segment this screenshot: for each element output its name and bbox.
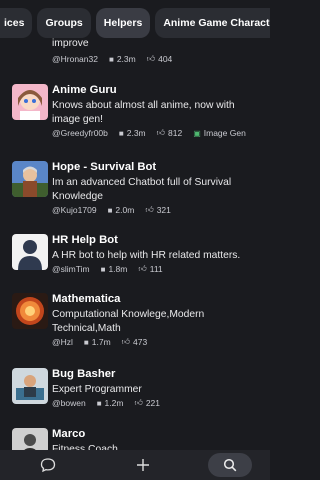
message-icon: ■ bbox=[96, 398, 102, 408]
list-item[interactable]: Anime Guru Knows about almost all anime,… bbox=[12, 84, 262, 144]
tab-helpers[interactable]: Helpers bbox=[95, 8, 151, 38]
list-item[interactable]: Hope - Survival Bot Im an advanced Chatb… bbox=[12, 161, 262, 221]
bot-meta: @Greedyfr00b ■ 2.3m 👍︎ 812 ▣ Image Gen bbox=[52, 128, 246, 138]
bot-description: Knows about almost all anime, now with i… bbox=[52, 100, 235, 125]
category-tabs: ices Groups Helpers Anime Game Character… bbox=[0, 8, 270, 38]
bot-meta: @slimTim ■ 1.8m 👍︎ 111 bbox=[52, 264, 163, 274]
bot-avatar bbox=[12, 161, 48, 197]
like-count: 221 bbox=[145, 398, 160, 408]
bot-avatar bbox=[12, 293, 48, 329]
bot-title: Bug Basher bbox=[52, 368, 116, 380]
bot-avatar bbox=[12, 234, 48, 270]
image-gen-badge: Image Gen bbox=[203, 128, 246, 138]
thumbs-up-icon: 👍︎ bbox=[121, 337, 131, 346]
message-count: 1.8m bbox=[108, 264, 128, 274]
bot-list: improve @Hronan32 ■ 2.3m 👍︎ 404 Anime Gu… bbox=[0, 38, 270, 480]
bot-description: Expert Programmer bbox=[52, 384, 142, 395]
search-icon bbox=[224, 458, 237, 472]
message-icon: ■ bbox=[108, 54, 114, 64]
list-item[interactable]: improve @Hronan32 ■ 2.3m 👍︎ 404 bbox=[12, 37, 262, 65]
tab-services[interactable]: ices bbox=[0, 8, 33, 38]
message-count: 1.7m bbox=[91, 337, 111, 347]
message-icon: ■ bbox=[100, 264, 106, 274]
thumbs-up-icon: 👍︎ bbox=[145, 205, 154, 214]
bot-meta: @Hzl ■ 1.7m 👍︎ 473 bbox=[52, 337, 147, 347]
message-count: 2.0m bbox=[115, 205, 135, 215]
bot-author: @slimTim bbox=[52, 264, 90, 274]
message-icon: ■ bbox=[118, 128, 124, 138]
message-count: 1.2m bbox=[104, 398, 124, 408]
list-item[interactable]: HR Help Bot A HR bot to help with HR rel… bbox=[12, 234, 262, 294]
app: ices Groups Helpers Anime Game Character… bbox=[0, 0, 270, 480]
bot-meta: @Kujo1709 ■ 2.0m 👍︎ 321 bbox=[52, 205, 171, 215]
bot-description: Computational Knowlege,Modern Technical,… bbox=[52, 309, 205, 334]
bot-description: improve bbox=[52, 38, 89, 49]
bot-meta: @Hronan32 ■ 2.3m 👍︎ 404 bbox=[52, 54, 172, 64]
like-count: 473 bbox=[133, 337, 148, 347]
thumbs-up-icon: 👍︎ bbox=[146, 54, 156, 63]
message-icon: ■ bbox=[107, 205, 113, 215]
message-count: 2.3m bbox=[126, 128, 146, 138]
chat-icon bbox=[40, 458, 55, 473]
like-count: 404 bbox=[158, 54, 173, 64]
bot-author: @Hronan32 bbox=[52, 54, 98, 64]
list-item[interactable]: Mathematica Computational Knowlege,Moder… bbox=[12, 293, 262, 353]
message-icon: ■ bbox=[83, 337, 89, 347]
bot-avatar bbox=[12, 368, 48, 404]
tab-anime-game-characters[interactable]: Anime Game Characters bbox=[155, 8, 270, 38]
bot-author: @Greedyfr00b bbox=[52, 128, 108, 138]
like-count: 812 bbox=[168, 128, 183, 138]
bot-description: A HR bot to help with HR related matters… bbox=[52, 250, 241, 261]
bot-author: @Hzl bbox=[52, 337, 73, 347]
plus-icon bbox=[136, 459, 149, 471]
bot-title: Mathematica bbox=[52, 293, 121, 305]
new-bot-button[interactable] bbox=[113, 453, 173, 477]
bottom-nav bbox=[0, 450, 270, 480]
bot-author: @bowen bbox=[52, 398, 86, 408]
bot-title: Hope - Survival Bot bbox=[52, 161, 157, 173]
thumbs-up-icon: 👍︎ bbox=[156, 128, 166, 137]
bot-title: Anime Guru bbox=[52, 84, 117, 96]
like-count: 111 bbox=[149, 264, 163, 274]
image-gen-icon: ▣ bbox=[193, 128, 201, 138]
bot-title: Marco bbox=[52, 428, 86, 440]
message-count: 2.3m bbox=[116, 54, 136, 64]
bot-meta: @bowen ■ 1.2m 👍︎ 221 bbox=[52, 398, 160, 408]
tab-groups[interactable]: Groups bbox=[37, 8, 91, 38]
bot-avatar bbox=[12, 84, 48, 120]
chat-button[interactable] bbox=[18, 453, 78, 477]
list-item[interactable]: Bug Basher Expert Programmer @bowen ■ 1.… bbox=[12, 368, 262, 428]
search-button[interactable] bbox=[208, 453, 253, 477]
bot-author: @Kujo1709 bbox=[52, 205, 97, 215]
like-count: 321 bbox=[156, 205, 171, 215]
bot-title: HR Help Bot bbox=[52, 234, 118, 246]
thumbs-up-icon: 👍︎ bbox=[138, 264, 147, 273]
thumbs-up-icon: 👍︎ bbox=[134, 398, 143, 407]
bot-description: Im an advanced Chatbot full of Survival … bbox=[52, 177, 232, 202]
